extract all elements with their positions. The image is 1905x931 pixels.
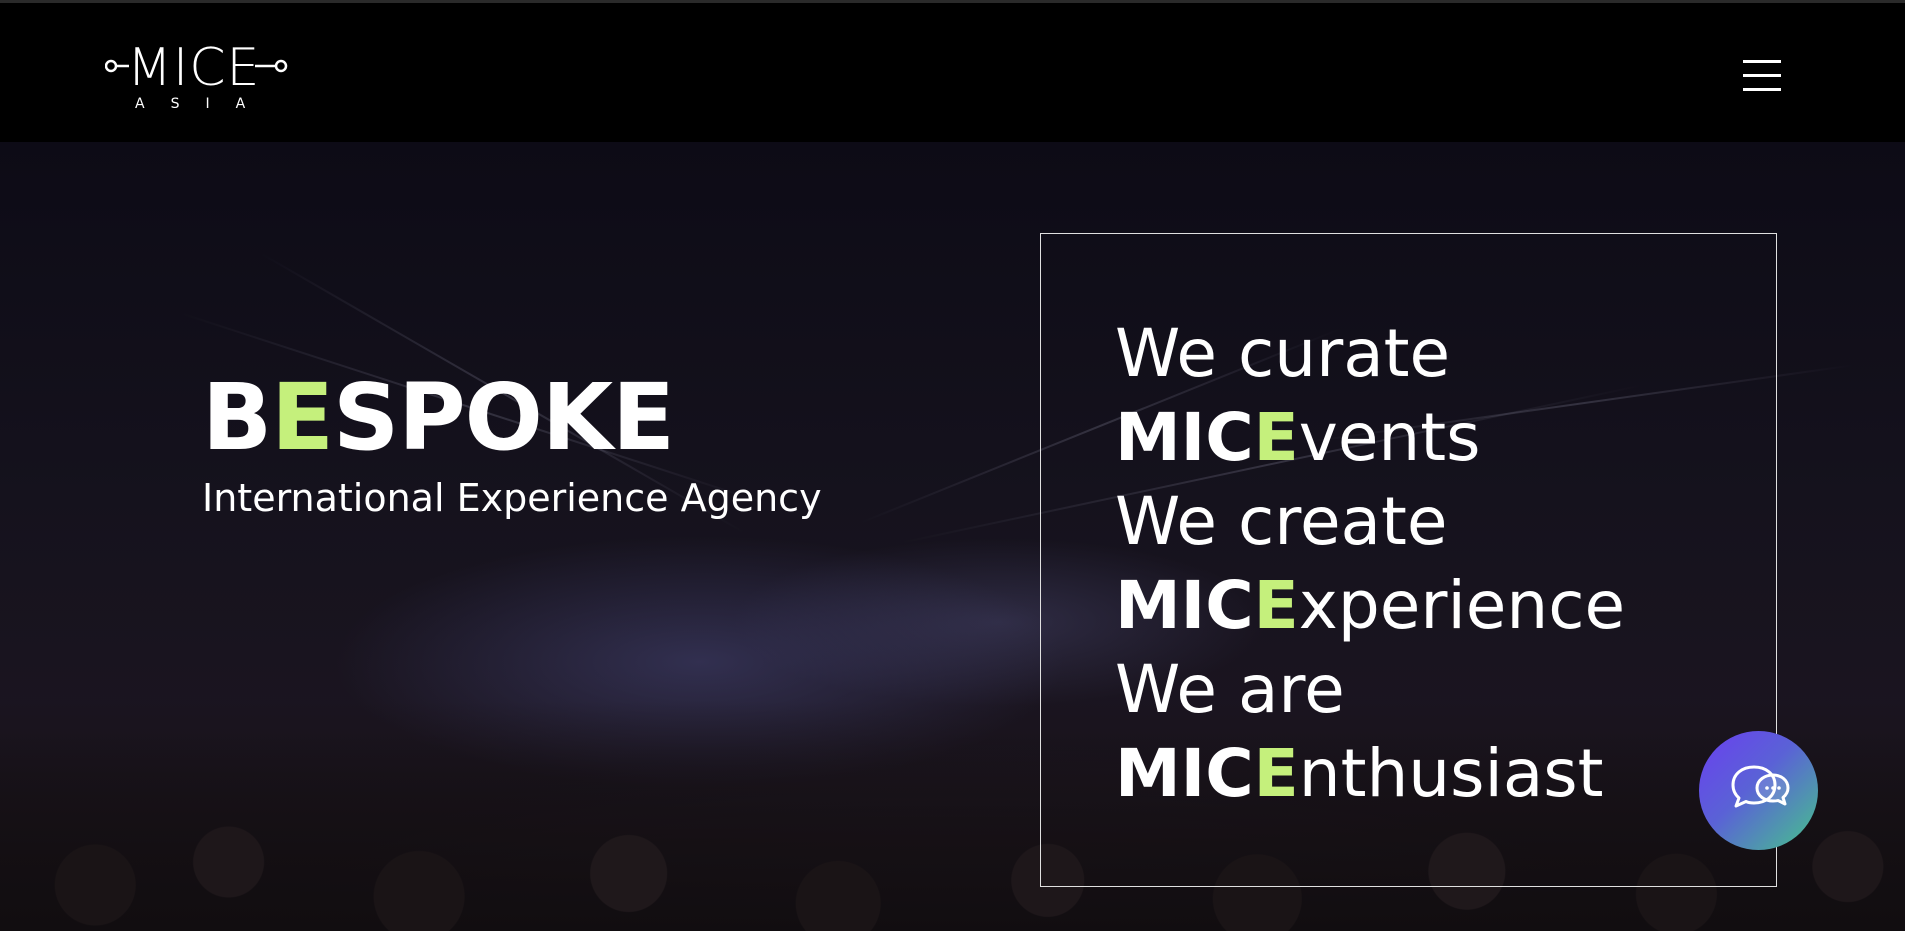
chat-bubbles-icon [1731,765,1790,808]
statement-line: We create [1115,480,1625,564]
statement-suffix: nthusiast [1298,735,1604,812]
mice-asia-logo[interactable]: MICE ASIA [105,41,290,116]
statement-accent: E [1253,399,1299,476]
statement-line: MICExperience [1115,564,1625,648]
statement-text: MIC [1115,735,1254,812]
statement-line: We curate [1115,312,1625,396]
hero-heading-group: BESPOKE International Experience Agency [202,370,822,521]
statement-text: We are [1115,651,1345,728]
statement-line: MICEnthusiast [1115,732,1625,816]
statement-accent: E [1253,735,1299,812]
hero-title-accent: E [271,364,334,471]
hero-title-end: SPOKE [332,364,675,471]
hero-section: BESPOKE International Experience Agency … [0,142,1905,931]
logo-wordmark: MICE [127,38,261,98]
mission-statement-box: We curate MICEvents We create MICExperie… [1040,233,1777,887]
hero-title-start: B [202,364,272,471]
chat-button[interactable] [1699,731,1818,850]
statement-text: We curate [1115,315,1451,392]
statement-line: We are [1115,648,1625,732]
hero-tagline: International Experience Agency [202,476,822,520]
statement-text: MIC [1115,399,1254,476]
hero-title: BESPOKE [202,370,822,466]
statement-text: We create [1115,483,1448,560]
hamburger-menu-icon[interactable] [1743,60,1781,92]
mission-statement: We curate MICEvents We create MICExperie… [1115,312,1625,816]
site-header: MICE ASIA [0,0,1905,142]
statement-suffix: xperience [1298,567,1626,644]
statement-line: MICEvents [1115,396,1625,480]
logo-subtitle: ASIA [135,96,272,112]
page: MICE ASIA BESPOKE International Experien… [0,0,1905,931]
statement-suffix: vents [1298,399,1481,476]
statement-accent: E [1253,567,1299,644]
statement-text: MIC [1115,567,1254,644]
